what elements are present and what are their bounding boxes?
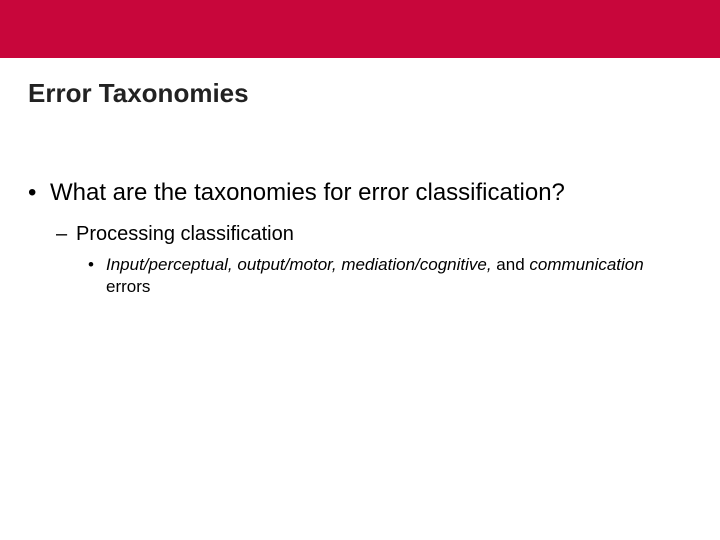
bullet-level-2-text: Processing classification	[76, 223, 294, 245]
bullet-level-3-plain-2: errors	[106, 277, 150, 296]
bullet-level-3: Input/perceptual, output/motor, mediatio…	[20, 254, 666, 298]
brand-top-bar	[0, 0, 720, 58]
bullet-level-3-italic-1: Input/perceptual, output/motor, mediatio…	[106, 255, 492, 274]
bullet-level-3-italic-2: communication	[529, 255, 643, 274]
bullet-level-1: What are the taxonomies for error classi…	[20, 179, 690, 208]
bullet-level-1-text: What are the taxonomies for error classi…	[50, 179, 565, 206]
slide-title: Error Taxonomies	[0, 58, 720, 109]
bullet-level-3-plain-1: and	[492, 255, 530, 274]
slide-content: What are the taxonomies for error classi…	[0, 179, 720, 298]
bullet-level-2: Processing classification	[20, 222, 690, 246]
